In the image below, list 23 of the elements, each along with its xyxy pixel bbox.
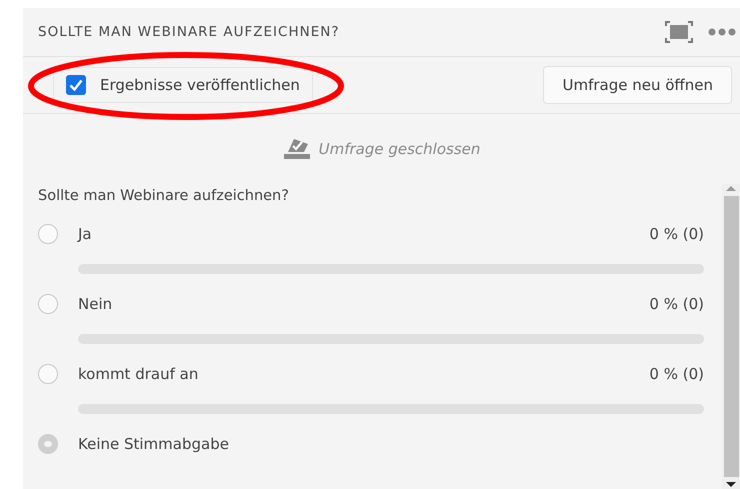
vote-percentage: 0 % (0) [649, 225, 704, 243]
fullscreen-icon[interactable] [664, 20, 694, 44]
option-label: kommt drauf an [78, 365, 200, 383]
check-icon [69, 79, 83, 91]
ballot-check-icon [282, 138, 311, 160]
option-label: Nein [78, 295, 114, 313]
scroll-down-icon[interactable] [726, 481, 736, 489]
vote-percentage: 0 % (0) [649, 295, 704, 313]
poll-question: Sollte man Webinare aufzeichnen? [38, 188, 290, 204]
radio-button[interactable] [38, 294, 58, 314]
radio-button[interactable] [38, 364, 58, 384]
publish-results-checkbox[interactable]: Ergebnisse veröffentlichen [53, 67, 313, 103]
radio-button[interactable] [38, 224, 58, 244]
reopen-poll-button[interactable]: Umfrage neu öffnen [543, 66, 732, 104]
panel-title: SOLLTE MAN WEBINARE AUFZEICHNEN? [38, 24, 340, 40]
more-icon[interactable] [708, 28, 736, 36]
scroll-up-icon[interactable] [726, 184, 736, 192]
scrollbar[interactable] [722, 184, 740, 489]
poll-closed-status: Umfrage geschlossen [318, 140, 480, 158]
option-label: Ja [78, 225, 93, 243]
radio-button[interactable] [38, 434, 58, 454]
vote-percentage: 0 % (0) [649, 365, 704, 383]
option-label: Keine Stimmabgabe [78, 435, 230, 453]
